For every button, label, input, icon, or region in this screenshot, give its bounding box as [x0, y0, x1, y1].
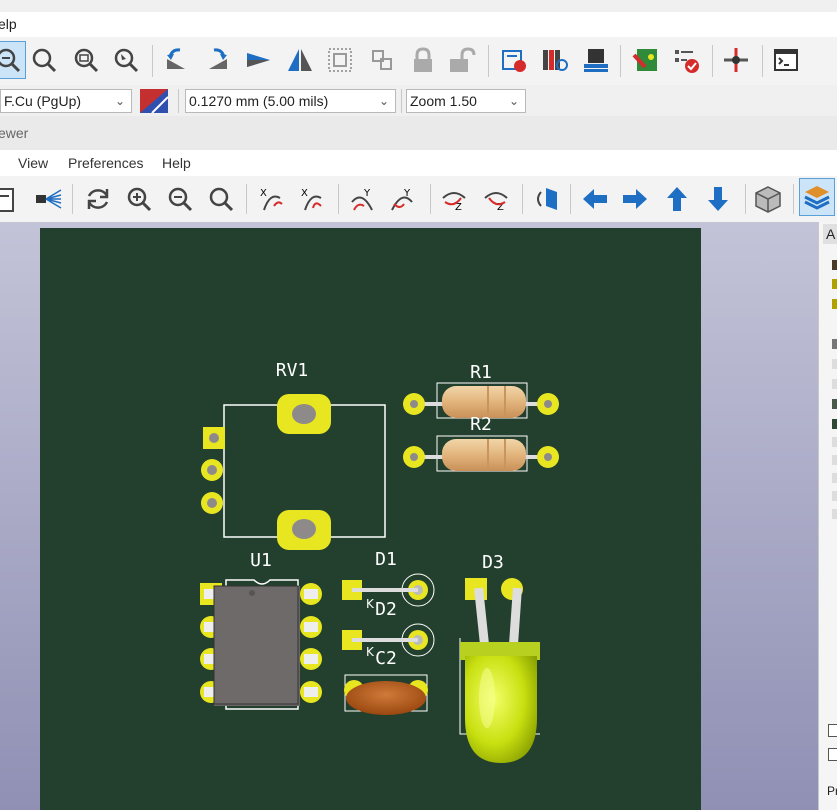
chevron-down-icon: ⌄	[114, 94, 125, 108]
zoom-select-value: Zoom 1.50	[410, 93, 477, 109]
svg-text:X: X	[301, 188, 308, 199]
rotate-x-ccw-icon[interactable]: X	[294, 180, 330, 218]
viewer-title: ewer	[0, 125, 29, 141]
ungroup-icon[interactable]	[364, 41, 400, 79]
scripting-console-icon[interactable]	[768, 41, 804, 79]
zoom-fit-icon[interactable]	[203, 180, 239, 218]
option-checkbox[interactable]	[828, 748, 837, 761]
pan-right-icon[interactable]	[617, 180, 653, 218]
unlock-icon[interactable]	[443, 41, 479, 79]
rotate-ccw-icon[interactable]	[158, 41, 194, 79]
rotate-cw-icon[interactable]	[200, 41, 236, 79]
footprint-editor-icon[interactable]	[578, 41, 614, 79]
flip-board-icon[interactable]	[528, 180, 564, 218]
menu-help[interactable]: Help	[162, 155, 191, 171]
rotate-z-ccw-icon[interactable]: Z	[478, 180, 514, 218]
layer-select[interactable]: F.Cu (PgUp) ⌄	[0, 89, 132, 113]
rotate-x-cw-icon[interactable]: X	[253, 180, 289, 218]
preset-label: Pr	[827, 784, 837, 798]
layer-swatch[interactable]	[832, 509, 837, 519]
layers-icon[interactable]	[799, 178, 835, 216]
pan-down-icon[interactable]	[700, 180, 736, 218]
layer-swatch[interactable]	[832, 359, 837, 369]
board-render: K K RV1 R1 R2 U1 D1 D2 D3 C2	[200, 360, 559, 763]
viewer-titlebar: ewer	[0, 116, 837, 150]
layer-swatch[interactable]	[832, 260, 837, 270]
menu-help-partial[interactable]: elp	[0, 16, 17, 32]
render-icon[interactable]	[30, 180, 66, 218]
layer-pair-icon[interactable]	[140, 89, 169, 114]
rotate-z-cw-icon[interactable]: Z	[436, 180, 472, 218]
c2-capacitor	[344, 674, 428, 715]
rotate-y-cw-icon[interactable]: Y	[345, 180, 381, 218]
rotate-y-ccw-icon[interactable]: Y	[385, 180, 421, 218]
layer-swatch[interactable]	[832, 299, 837, 309]
appearance-tab[interactable]: A	[823, 224, 837, 244]
layer-swatch[interactable]	[832, 399, 837, 409]
d3-led	[459, 578, 540, 763]
footprint-library-icon[interactable]	[537, 41, 573, 79]
zoom-objects-icon[interactable]	[68, 41, 104, 79]
r1-resistor	[403, 382, 559, 419]
menu-preferences[interactable]: Preferences	[68, 155, 143, 171]
group-icon[interactable]	[322, 41, 358, 79]
ref-rv1: RV1	[276, 360, 309, 381]
schematic-editor-icon[interactable]	[496, 41, 532, 79]
viewer-toolbar: X X Y Y Z Z	[0, 176, 837, 222]
main-menubar: elp	[0, 12, 837, 37]
zoom-in-icon[interactable]	[121, 180, 157, 218]
pcb-board: K K RV1 R1 R2 U1 D1 D2 D3 C2	[40, 228, 701, 810]
track-width-select[interactable]: 0.1270 mm (5.00 mils) ⌄	[185, 89, 396, 113]
layer-swatch[interactable]	[832, 339, 837, 349]
layer-swatch[interactable]	[832, 279, 837, 289]
board-setup-icon[interactable]	[628, 41, 664, 79]
layer-swatch[interactable]	[832, 437, 837, 447]
svg-text:Y: Y	[363, 188, 371, 199]
appearance-panel: A Pr	[818, 222, 837, 810]
layer-swatch[interactable]	[832, 455, 837, 465]
netlist-icon[interactable]	[718, 41, 754, 79]
zoom-out-icon[interactable]	[162, 180, 198, 218]
ref-r2: R2	[470, 414, 492, 435]
pcb-main-toolbar	[0, 37, 837, 85]
zoom-selection-icon[interactable]	[0, 41, 26, 79]
zoom-select[interactable]: Zoom 1.50 ⌄	[406, 89, 526, 113]
drc-icon[interactable]	[668, 41, 704, 79]
layer-swatch[interactable]	[832, 379, 837, 389]
r2-resistor	[403, 435, 559, 472]
reload-icon[interactable]	[80, 180, 116, 218]
layer-swatch[interactable]	[832, 491, 837, 501]
pcb-options-toolbar: F.Cu (PgUp) ⌄ 0.1270 mm (5.00 mils) ⌄ Zo…	[0, 86, 837, 116]
zoom-tool-icon[interactable]	[108, 41, 144, 79]
rv1-footprint	[201, 394, 386, 550]
layer-swatch[interactable]	[832, 473, 837, 483]
lock-icon[interactable]	[405, 41, 441, 79]
new-icon[interactable]	[0, 180, 22, 218]
chevron-down-icon: ⌄	[508, 94, 519, 108]
ortho-view-icon[interactable]	[750, 180, 786, 218]
ref-d3: D3	[482, 552, 504, 573]
layer-select-value: F.Cu (PgUp)	[4, 93, 82, 109]
mirror-icon[interactable]	[282, 41, 318, 79]
viewer-menubar: View Preferences Help	[0, 150, 837, 176]
option-checkbox[interactable]	[828, 724, 837, 737]
menu-view[interactable]: View	[18, 155, 48, 171]
ref-c2: C2	[375, 648, 397, 669]
flip-icon[interactable]	[240, 41, 276, 79]
svg-text:X: X	[260, 188, 267, 199]
ref-d2: D2	[375, 599, 397, 620]
viewer-canvas[interactable]: K K RV1 R1 R2 U1 D1 D2 D3 C2	[0, 222, 818, 810]
svg-text:K: K	[366, 645, 375, 659]
ref-u1: U1	[250, 550, 272, 571]
chevron-down-icon: ⌄	[378, 94, 389, 108]
track-width-value: 0.1270 mm (5.00 mils)	[189, 93, 329, 109]
svg-text:K: K	[366, 597, 375, 611]
zoom-fit-icon[interactable]	[26, 41, 62, 79]
ref-d1: D1	[375, 549, 397, 570]
u1-ic	[200, 579, 322, 710]
pan-up-icon[interactable]	[659, 180, 695, 218]
ref-r1: R1	[470, 362, 492, 383]
layer-swatch[interactable]	[832, 419, 837, 429]
pan-left-icon[interactable]	[577, 180, 613, 218]
